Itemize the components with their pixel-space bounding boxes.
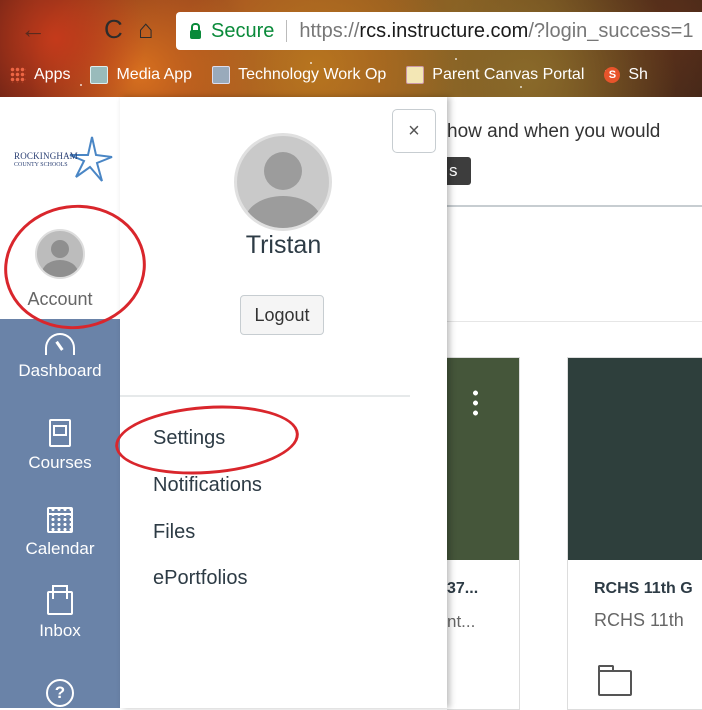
- nav-dashboard-label: Dashboard: [18, 361, 102, 380]
- nav-inbox-label: Inbox: [39, 621, 81, 640]
- tray-divider: [120, 395, 410, 397]
- dashboard-icon: [45, 333, 75, 355]
- puzzle-icon: [90, 66, 109, 84]
- url-domain: rcs.instructure.com: [359, 19, 529, 42]
- school-logo[interactable]: ROCKINGHAM COUNTY SCHOOLS: [14, 135, 120, 185]
- bookmarks-bar: Apps Media App Technology Work Op Parent…: [10, 60, 668, 90]
- nav-help[interactable]: ?: [0, 679, 120, 707]
- tray-link-settings[interactable]: Settings: [153, 427, 225, 450]
- help-icon: ?: [46, 679, 74, 707]
- address-bar[interactable]: Secure https://rcs.instructure.com/?logi…: [176, 12, 702, 50]
- course-card-hero[interactable]: [568, 358, 702, 560]
- nav-account[interactable]: Account: [0, 219, 120, 317]
- calendar-icon: [47, 507, 73, 533]
- nav-calendar[interactable]: Calendar: [0, 507, 120, 559]
- document-icon: [406, 66, 425, 84]
- course-card[interactable]: 37... nt...: [447, 357, 520, 710]
- bookmark-apps[interactable]: Apps: [10, 66, 70, 84]
- reload-icon[interactable]: C: [104, 14, 123, 44]
- account-tray: × Tristan Logout Settings Notifications …: [120, 97, 447, 708]
- course-card-title[interactable]: 37...: [447, 580, 478, 598]
- header-divider: [447, 321, 702, 322]
- nav-calendar-label: Calendar: [25, 539, 95, 558]
- course-card-subtitle: RCHS 11th: [594, 610, 684, 630]
- s-logo-icon: S: [604, 67, 621, 83]
- address-separator: [286, 20, 288, 42]
- lock-icon: [190, 22, 201, 39]
- global-nav-menu: Dashboard Courses Calendar Inbox ?: [0, 319, 120, 708]
- bookmark-media-app[interactable]: Media App: [90, 66, 192, 84]
- url-protocol: https://: [299, 19, 360, 42]
- apps-grid-icon: [10, 67, 26, 83]
- tray-link-notifications[interactable]: Notifications: [153, 474, 262, 497]
- home-icon[interactable]: ⌂: [138, 14, 154, 44]
- nav-courses-label: Courses: [28, 453, 92, 472]
- url-path: /?login_success=1: [528, 19, 694, 42]
- course-card-title[interactable]: RCHS 11th G: [594, 580, 693, 598]
- logo-text: ROCKINGHAM COUNTY SCHOOLS: [14, 151, 79, 169]
- profile-avatar[interactable]: [234, 133, 332, 231]
- bookmark-parent-canvas-portal[interactable]: Parent Canvas Portal: [406, 66, 584, 84]
- course-card-subtitle: nt...: [447, 612, 476, 631]
- nav-dashboard[interactable]: Dashboard: [0, 333, 120, 381]
- nav-courses[interactable]: Courses: [0, 419, 120, 473]
- puzzle-icon: [212, 66, 231, 84]
- folder-icon[interactable]: [598, 665, 632, 696]
- browser-chrome: ← C ⌂ Secure https://rcs.instructure.com…: [0, 0, 702, 97]
- inbox-icon: [47, 585, 73, 615]
- banner-divider: [447, 205, 702, 207]
- tray-link-eportfolios[interactable]: ePortfolios: [153, 567, 248, 590]
- bookmark-technology-work[interactable]: Technology Work Op: [212, 66, 386, 84]
- user-name: Tristan: [245, 231, 322, 259]
- nav-inbox[interactable]: Inbox: [0, 585, 120, 641]
- nav-account-label: Account: [27, 289, 93, 309]
- global-nav: ROCKINGHAM COUNTY SCHOOLS Account Dashbo…: [0, 97, 120, 708]
- back-icon[interactable]: ←: [20, 14, 46, 44]
- courses-icon: [49, 419, 71, 447]
- secure-label: Secure: [211, 19, 275, 42]
- course-card[interactable]: RCHS 11th G RCHS 11th: [567, 357, 702, 710]
- avatar[interactable]: [35, 229, 85, 279]
- close-button[interactable]: ×: [392, 109, 436, 153]
- logout-button[interactable]: Logout: [240, 295, 324, 335]
- bookmark-sh[interactable]: S Sh: [604, 66, 648, 84]
- tray-link-files[interactable]: Files: [153, 521, 195, 544]
- course-card-hero[interactable]: [447, 358, 519, 560]
- notification-banner-button[interactable]: s: [447, 157, 471, 185]
- kebab-menu-icon[interactable]: [473, 388, 478, 416]
- notification-banner-text: how and when you would: [447, 121, 661, 142]
